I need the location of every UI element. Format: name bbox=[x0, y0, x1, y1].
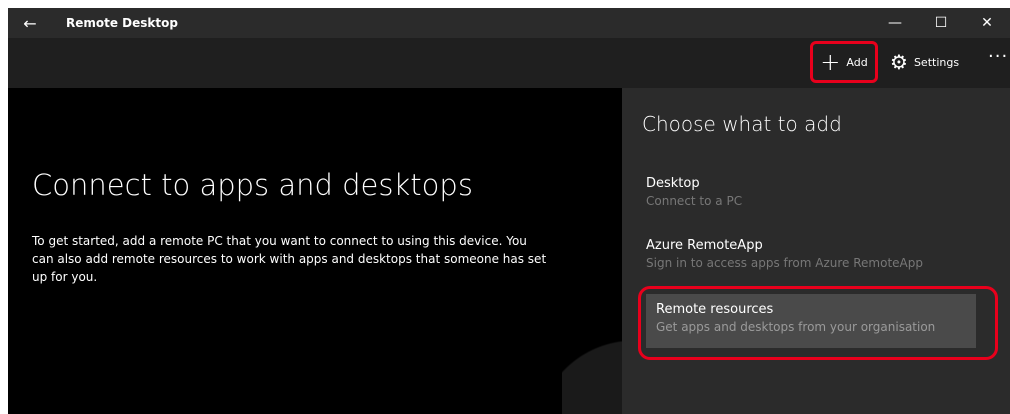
option-subtitle: Connect to a PC bbox=[646, 194, 743, 208]
title-bar: ← Remote Desktop — ☐ ✕ bbox=[8, 8, 1010, 38]
option-azure-remoteapp[interactable]: Azure RemoteApp Sign in to access apps f… bbox=[646, 238, 986, 270]
maximize-button[interactable]: ☐ bbox=[918, 8, 964, 38]
close-button[interactable]: ✕ bbox=[964, 8, 1010, 38]
page-description: To get started, add a remote PC that you… bbox=[32, 234, 547, 284]
main-panel: Connect to apps and desktops To get star… bbox=[8, 88, 622, 414]
settings-button[interactable]: ⚙ Settings bbox=[890, 44, 959, 80]
add-flyout: Choose what to add Desktop Connect to a … bbox=[622, 88, 1010, 414]
add-button[interactable]: + Add bbox=[810, 41, 878, 83]
command-bar: + Add ⚙ Settings ··· bbox=[8, 38, 1010, 88]
settings-label: Settings bbox=[913, 55, 960, 69]
option-title: Remote resources bbox=[656, 302, 774, 317]
window-controls: — ☐ ✕ bbox=[872, 8, 1010, 38]
option-desktop[interactable]: Desktop Connect to a PC bbox=[646, 176, 986, 208]
remote-desktop-window: ← Remote Desktop — ☐ ✕ + Add ⚙ Settings … bbox=[8, 8, 1010, 414]
option-title: Azure RemoteApp bbox=[646, 238, 763, 253]
option-subtitle: Sign in to access apps from Azure Remote… bbox=[646, 256, 923, 270]
back-arrow-icon[interactable]: ← bbox=[8, 8, 52, 38]
minimize-button[interactable]: — bbox=[872, 8, 918, 38]
window-title: Remote Desktop bbox=[66, 16, 178, 30]
plus-icon: + bbox=[820, 48, 841, 76]
page-title: Connect to apps and desktops bbox=[32, 168, 473, 202]
gear-icon: ⚙ bbox=[890, 50, 908, 74]
option-remote-resources[interactable]: Remote resources Get apps and desktops f… bbox=[646, 294, 976, 348]
option-title: Desktop bbox=[646, 176, 700, 191]
more-options-button[interactable]: ··· bbox=[988, 46, 1008, 67]
decorative-shape bbox=[562, 294, 622, 414]
add-label: Add bbox=[846, 55, 868, 69]
flyout-title: Choose what to add bbox=[642, 112, 842, 136]
option-subtitle: Get apps and desktops from your organisa… bbox=[656, 320, 936, 334]
